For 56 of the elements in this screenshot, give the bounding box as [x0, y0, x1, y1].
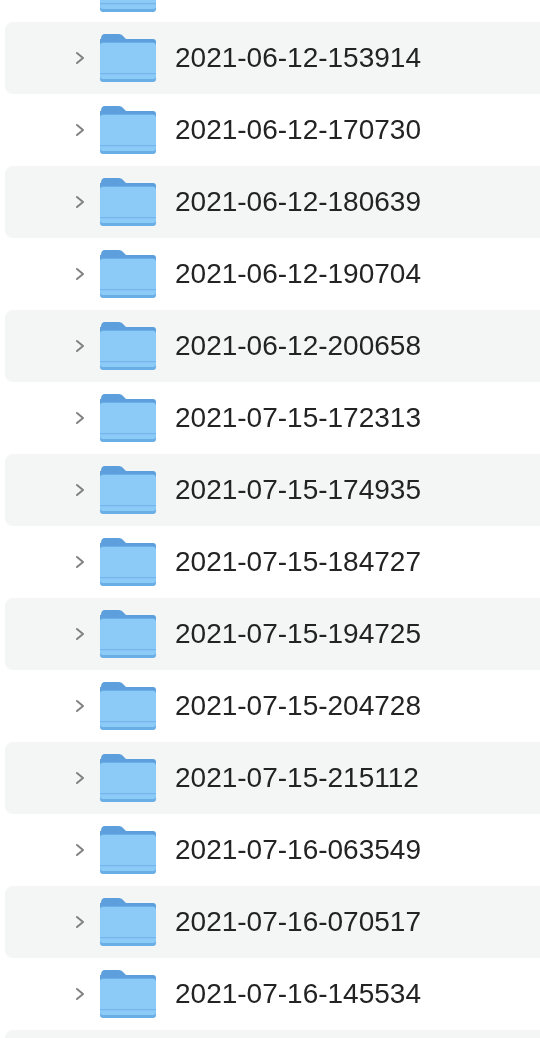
- folder-icon: [99, 753, 157, 803]
- disclosure-chevron-icon[interactable]: [75, 123, 85, 137]
- folder-row[interactable]: 2021-07-15-215112: [5, 742, 540, 814]
- folder-name: 2021-06-12-180639: [175, 186, 421, 218]
- folder-name: 2021-06-12-190704: [175, 258, 421, 290]
- disclosure-chevron-icon[interactable]: [75, 843, 85, 857]
- disclosure-chevron-icon[interactable]: [75, 987, 85, 1001]
- disclosure-chevron-icon[interactable]: [75, 483, 85, 497]
- folder-name: 2021-07-15-215112: [175, 762, 419, 794]
- folder-icon: [99, 681, 157, 731]
- disclosure-chevron-icon[interactable]: [75, 339, 85, 353]
- disclosure-chevron-icon[interactable]: [75, 51, 85, 65]
- folder-name: 2021-06-12-170730: [175, 114, 421, 146]
- folder-name: 2021-07-15-184727: [175, 546, 421, 578]
- folder-row[interactable]: 2021-07-15-204728: [5, 670, 540, 742]
- folder-row[interactable]: 2021-07-16-063549: [5, 814, 540, 886]
- disclosure-chevron-icon[interactable]: [75, 699, 85, 713]
- folder-row[interactable]: 2021-07-15-174935: [5, 454, 540, 526]
- folder-icon: [99, 177, 157, 227]
- folder-name: 2021-06-12-153914: [175, 42, 421, 74]
- folder-row[interactable]: 2021-07-15-194725: [5, 598, 540, 670]
- folder-icon: [99, 969, 157, 1019]
- folder-name: 2021-07-15-204728: [175, 690, 421, 722]
- folder-row[interactable]: 2021-06-12-180639: [5, 166, 540, 238]
- folder-icon: [99, 393, 157, 443]
- folder-name: 2021-06-12-200658: [175, 330, 421, 362]
- folder-row[interactable]: 2021-06-12-153914: [5, 22, 540, 94]
- folder-row[interactable]: 2021-07-15-172313: [5, 382, 540, 454]
- folder-name: 2021-07-16-145534: [175, 978, 421, 1010]
- folder-icon: [99, 537, 157, 587]
- folder-icon: [99, 465, 157, 515]
- folder-icon: [99, 33, 157, 83]
- folder-icon: [99, 825, 157, 875]
- folder-row[interactable]: 2021-07-15-184727: [5, 526, 540, 598]
- folder-row[interactable]: 2021-06-12-190704: [5, 238, 540, 310]
- disclosure-chevron-icon[interactable]: [75, 771, 85, 785]
- disclosure-chevron-icon[interactable]: [75, 195, 85, 209]
- folder-name: 2021-07-15-174935: [175, 474, 421, 506]
- folder-icon: [99, 609, 157, 659]
- folder-row[interactable]: 2021-06-12-170730: [5, 94, 540, 166]
- disclosure-chevron-icon[interactable]: [75, 915, 85, 929]
- disclosure-chevron-icon[interactable]: [75, 555, 85, 569]
- folder-name: 2021-07-15-172313: [175, 402, 421, 434]
- folder-icon: [99, 897, 157, 947]
- disclosure-chevron-icon[interactable]: [75, 411, 85, 425]
- folder-name: 2021-07-16-063549: [175, 834, 421, 866]
- folder-row[interactable]: 2021-06-12-200658: [5, 310, 540, 382]
- folder-name: 2021-07-15-194725: [175, 618, 421, 650]
- folder-icon: [99, 321, 157, 371]
- disclosure-chevron-icon[interactable]: [75, 627, 85, 641]
- folder-name: 2021-07-16-070517: [175, 906, 421, 938]
- folder-row[interactable]: 2021-07-16-070517: [5, 886, 540, 958]
- folder-icon: [99, 249, 157, 299]
- folder-icon: [99, 105, 157, 155]
- folder-row[interactable]: 2021-07-16-145534: [5, 958, 540, 1030]
- disclosure-chevron-icon[interactable]: [75, 267, 85, 281]
